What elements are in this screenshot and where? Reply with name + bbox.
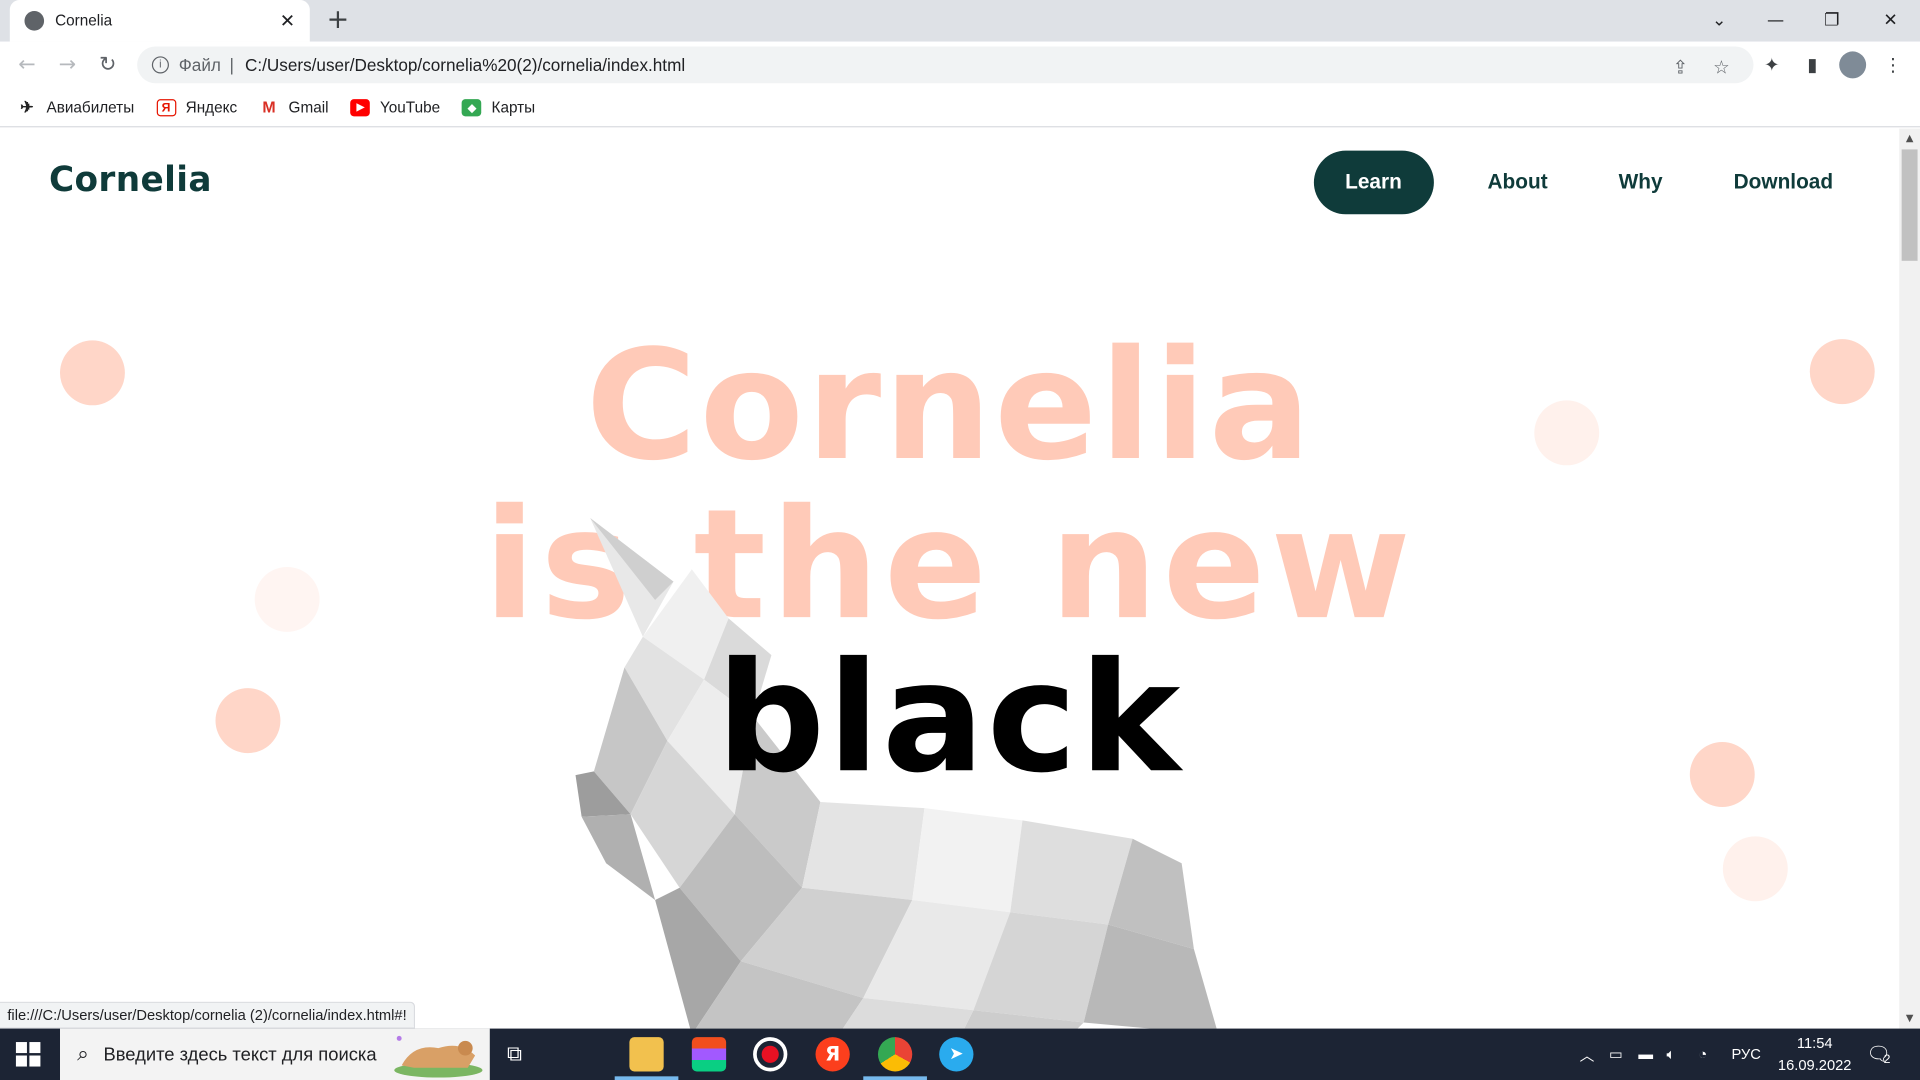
info-icon[interactable]: i bbox=[151, 56, 169, 74]
decor-dot bbox=[1722, 836, 1788, 902]
minimize-button[interactable]: — bbox=[1747, 0, 1803, 42]
hero-line-3: black bbox=[716, 630, 1183, 807]
url-scheme-label: Файл bbox=[178, 55, 221, 75]
search-highlight-illustration bbox=[394, 1035, 483, 1078]
system-clock[interactable]: 11:54 16.09.2022 bbox=[1774, 1032, 1855, 1076]
notifications-icon[interactable]: 🗨︎ 2 bbox=[1866, 1029, 1891, 1080]
bookmark-yandex[interactable]: Я Яндекс bbox=[156, 98, 238, 116]
bookmark-label: Карты bbox=[491, 98, 536, 116]
bookmark-label: YouTube bbox=[379, 98, 441, 116]
tab-search-icon[interactable]: ⌄ bbox=[1691, 0, 1747, 42]
youtube-icon: ▶ bbox=[350, 98, 371, 116]
windows-start-icon[interactable] bbox=[15, 1041, 42, 1068]
browser-toolbar: ← → ↻ i Файл | C:/Users/user/Desktop/cor… bbox=[0, 41, 1920, 89]
site-logo[interactable]: Cornelia bbox=[49, 159, 212, 199]
share-icon[interactable]: ⇪ bbox=[1673, 56, 1688, 79]
bookmark-youtube[interactable]: ▶ YouTube bbox=[350, 98, 441, 116]
close-tab-icon[interactable]: ✕ bbox=[280, 10, 295, 32]
new-tab-button[interactable]: + bbox=[326, 6, 350, 35]
bookmark-gmail[interactable]: M Gmail bbox=[259, 97, 329, 116]
restore-button[interactable]: ❐ bbox=[1804, 0, 1860, 42]
taskbar-search[interactable]: ⌕ Введите здесь текст для поиска bbox=[60, 1028, 490, 1080]
hero-line-1: Cornelia bbox=[585, 318, 1314, 495]
bookmark-label: Gmail bbox=[288, 98, 329, 116]
tab-strip: Cornelia ✕ + ⌄ — ❐ ✕ bbox=[0, 0, 1920, 42]
nav-about[interactable]: About bbox=[1470, 151, 1564, 215]
address-bar[interactable]: i Файл | C:/Users/user/Desktop/cornelia%… bbox=[137, 46, 1754, 84]
scroll-thumb[interactable] bbox=[1901, 149, 1918, 261]
nav-learn[interactable]: Learn bbox=[1313, 150, 1434, 215]
nav-why[interactable]: Why bbox=[1602, 151, 1680, 215]
telegram-icon[interactable]: ➤ bbox=[939, 1037, 974, 1072]
page-scrollbar[interactable]: ▲ ▼ bbox=[1899, 128, 1920, 1029]
bookmark-star-icon[interactable]: ☆ bbox=[1713, 56, 1729, 79]
page-viewport: Cornelia is the new black Cornelia Learn… bbox=[0, 128, 1900, 1029]
close-window-button[interactable]: ✕ bbox=[1862, 0, 1918, 42]
gmail-icon: M bbox=[262, 97, 276, 116]
scroll-up-icon[interactable]: ▲ bbox=[1899, 129, 1920, 149]
side-panel-icon[interactable]: ▮ bbox=[1799, 51, 1826, 78]
file-explorer-icon[interactable] bbox=[614, 1037, 679, 1080]
globe-icon bbox=[24, 11, 45, 31]
bookmarks-bar: ✈ Авиабилеты Я Яндекс M Gmail ▶ YouTube … bbox=[0, 88, 1920, 128]
maps-icon: ◆ bbox=[462, 98, 482, 116]
bookmark-label: Яндекс bbox=[185, 98, 238, 116]
forward-button[interactable]: → bbox=[54, 51, 81, 78]
clock-date: 16.09.2022 bbox=[1777, 1056, 1852, 1074]
clock-time: 11:54 bbox=[1796, 1034, 1833, 1052]
plane-icon: ✈ bbox=[20, 97, 34, 116]
yandex-icon: Я bbox=[156, 98, 176, 116]
bookmark-maps[interactable]: ◆ Карты bbox=[462, 98, 536, 116]
record-icon[interactable] bbox=[753, 1037, 788, 1072]
yandex-browser-icon[interactable]: Я bbox=[815, 1037, 850, 1072]
battery-icon[interactable]: ▬ bbox=[1638, 1029, 1653, 1080]
profile-avatar[interactable] bbox=[1839, 51, 1867, 79]
chrome-icon[interactable] bbox=[863, 1037, 927, 1080]
bookmark-aviabilety[interactable]: ✈ Авиабилеты bbox=[17, 97, 135, 116]
volume-icon[interactable]: 🔈︎ bbox=[1667, 1029, 1676, 1080]
screen: Cornelia ✕ + ⌄ — ❐ ✕ ← → ↻ i Файл | C:/U… bbox=[0, 0, 1920, 1080]
tab-title: Cornelia bbox=[55, 12, 113, 30]
search-placeholder: Введите здесь текст для поиска bbox=[103, 1043, 377, 1065]
search-icon: ⌕ bbox=[77, 1042, 89, 1066]
bookmark-label: Авиабилеты bbox=[46, 98, 135, 116]
nav-download[interactable]: Download bbox=[1716, 151, 1850, 215]
reload-button[interactable]: ↻ bbox=[94, 51, 121, 78]
browser-tab[interactable]: Cornelia ✕ bbox=[9, 0, 310, 42]
site-nav: Learn About Why Download bbox=[1277, 150, 1851, 215]
network-icon[interactable]: ◔ bbox=[1698, 1029, 1707, 1080]
figma-icon[interactable] bbox=[691, 1037, 727, 1072]
extensions-icon[interactable]: ✦ bbox=[1758, 51, 1785, 78]
tray-chevron-icon[interactable]: ︿ bbox=[1580, 1029, 1595, 1080]
back-button[interactable]: ← bbox=[13, 51, 40, 78]
language-indicator[interactable]: РУС bbox=[1731, 1029, 1760, 1080]
scroll-down-icon[interactable]: ▼ bbox=[1899, 1009, 1920, 1029]
menu-icon[interactable]: ⋮ bbox=[1880, 51, 1907, 78]
task-view-icon[interactable]: ⧉ bbox=[507, 1029, 522, 1080]
windows-taskbar: ⌕ Введите здесь текст для поиска ⧉ Я ➤ ︿… bbox=[0, 1028, 1920, 1080]
url-text: C:/Users/user/Desktop/cornelia%20(2)/cor… bbox=[244, 55, 686, 75]
notification-count: 2 bbox=[1883, 1052, 1891, 1066]
url-separator: | bbox=[229, 55, 234, 75]
meet-now-icon[interactable]: ▭ bbox=[1609, 1029, 1623, 1080]
status-bar: file:///C:/Users/user/Desktop/cornelia (… bbox=[0, 1001, 416, 1029]
